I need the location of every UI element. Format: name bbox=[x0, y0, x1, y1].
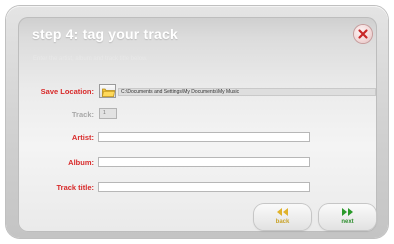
artist-label: Artist: bbox=[71, 133, 94, 142]
track-title-input[interactable] bbox=[98, 182, 310, 192]
save-location-path: C:\Documents and Settings\My Documents\M… bbox=[121, 89, 240, 95]
close-icon bbox=[358, 29, 368, 39]
artist-input[interactable] bbox=[98, 132, 310, 142]
next-button[interactable]: next bbox=[319, 204, 376, 230]
close-button[interactable] bbox=[354, 25, 372, 43]
album-label: Album: bbox=[68, 158, 94, 167]
track-title-label: Track title: bbox=[56, 183, 94, 192]
save-location-label: Save Location: bbox=[40, 87, 94, 96]
track-number-field: 1 bbox=[99, 108, 117, 119]
back-button[interactable]: back bbox=[254, 204, 311, 230]
next-button-label: next bbox=[341, 219, 354, 225]
rewind-icon bbox=[277, 208, 288, 216]
dialog-panel bbox=[18, 17, 377, 232]
fast-forward-icon bbox=[342, 208, 353, 216]
dialog-title: step 4: tag your track bbox=[32, 26, 178, 42]
folder-icon bbox=[102, 88, 115, 97]
instructions-text: Enter the artist, album and track title … bbox=[33, 56, 148, 62]
browse-folder-button[interactable] bbox=[99, 84, 116, 98]
track-number-label: Track: bbox=[71, 110, 94, 119]
album-input[interactable] bbox=[98, 157, 310, 167]
back-button-label: back bbox=[275, 219, 290, 225]
